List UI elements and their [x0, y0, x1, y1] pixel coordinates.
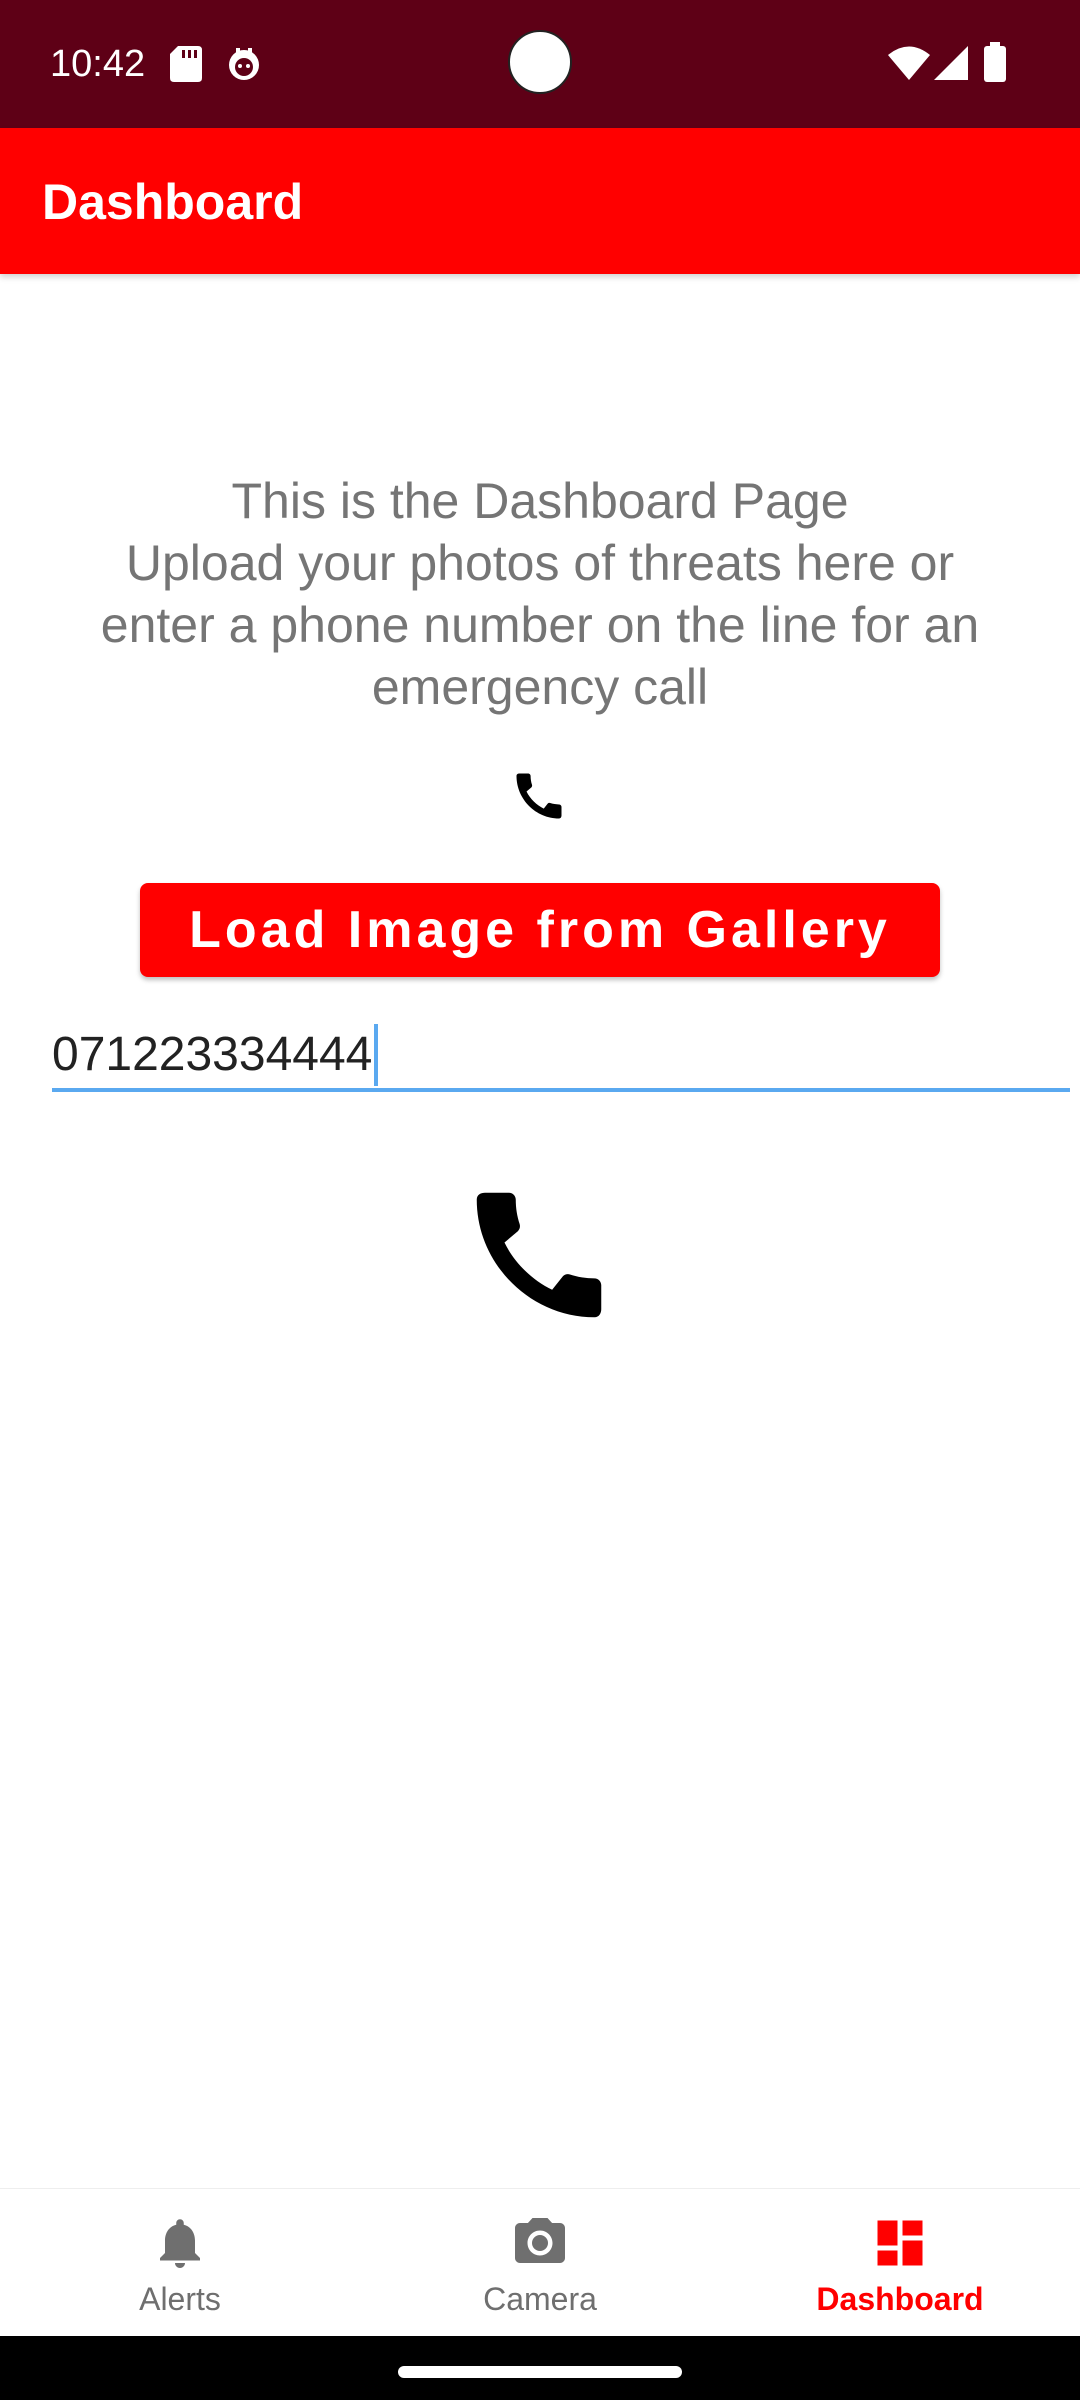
intro-line: Upload your photos of threats here or [125, 535, 955, 591]
status-time: 10:42 [50, 43, 146, 85]
intro-line: This is the Dashboard Page [231, 473, 849, 529]
battery-icon [984, 42, 1006, 82]
page-title: Dashboard [42, 174, 304, 230]
nav-label-camera: Camera [483, 2281, 597, 2317]
sd-card-icon [170, 46, 202, 82]
call-button-icon[interactable] [456, 1172, 622, 1338]
cell-signal-icon [934, 46, 968, 80]
intro-line: emergency call [371, 659, 709, 715]
wifi-icon [888, 46, 930, 80]
home-gesture-handle[interactable] [398, 2366, 682, 2378]
load-image-button[interactable]: Load Image from Gallery [140, 883, 940, 977]
nav-label-dashboard: Dashboard [816, 2281, 984, 2317]
nav-label-alerts: Alerts [139, 2281, 221, 2317]
gesture-navigation-bar [0, 2336, 1080, 2400]
front-camera-cutout [508, 30, 572, 94]
phone-number-value: 071223334444 [52, 1028, 373, 1081]
dashboard-icon [877, 2220, 923, 2266]
bottom-navigation: Alerts Camera Dashboard [0, 2188, 1080, 2337]
phone-number-input[interactable]: 071223334444 [52, 1024, 379, 1086]
notification-app-icon [229, 48, 259, 80]
intro-text: This is the Dashboard Page Upload your p… [60, 470, 1020, 718]
camera-icon [515, 2218, 565, 2263]
intro-line: enter a phone number on the line for an [100, 597, 980, 653]
nav-item-camera[interactable]: Camera [360, 2189, 720, 2337]
app-bar: Dashboard [0, 128, 1080, 274]
nav-item-dashboard[interactable]: Dashboard [720, 2189, 1080, 2337]
nav-item-alerts[interactable]: Alerts [0, 2189, 360, 2337]
phone-icon [516, 773, 562, 819]
bell-icon [160, 2219, 200, 2268]
text-caret [374, 1024, 379, 1086]
screen: 10:42 Dashboard This is the Dashboard Pa… [0, 0, 1080, 2400]
phone-number-field[interactable]: 071223334444 [52, 1018, 1070, 1092]
status-bar: 10:42 [0, 0, 1080, 128]
